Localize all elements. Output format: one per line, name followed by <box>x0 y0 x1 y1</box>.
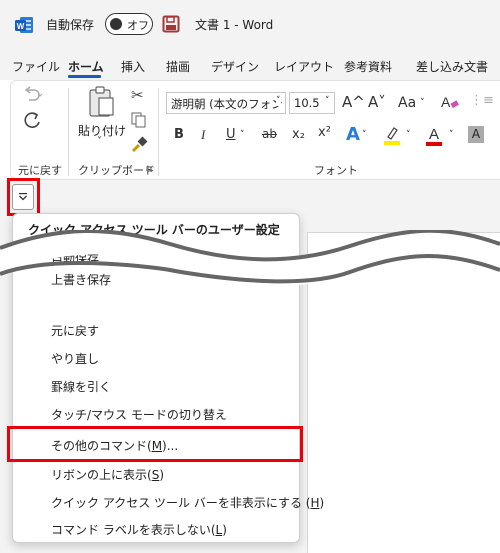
font-name-box[interactable]: 游明朝 (本文のフォン <box>166 92 286 114</box>
tab-file[interactable]: ファイル <box>12 58 60 75</box>
menu-item-hide-qat[interactable]: クイック アクセス ツール バーを非表示にする (H) <box>51 494 324 511</box>
clipboard-launcher-icon[interactable]: ⧉ <box>146 165 152 175</box>
paste-dropdown-icon[interactable]: ˅ <box>97 136 102 147</box>
wavy-cut-divider <box>0 230 500 288</box>
highlight-dropdown-icon[interactable]: ˅ <box>406 130 411 140</box>
menu-item-draw-table[interactable]: 罫線を引く <box>51 378 111 395</box>
text-effects-button[interactable]: A <box>346 124 360 145</box>
menu-item-undo[interactable]: 元に戻す <box>51 322 99 339</box>
clipboard-group-label: クリップボード <box>78 164 155 177</box>
word-app-icon: W <box>15 17 33 33</box>
svg-text:W: W <box>17 22 25 31</box>
ribbon-separator <box>158 88 159 176</box>
copy-icon[interactable] <box>131 112 147 128</box>
toggle-knob <box>110 17 122 30</box>
paste-icon[interactable] <box>87 86 117 118</box>
font-size: 10.5 <box>294 96 320 110</box>
tab-references[interactable]: 参考資料 <box>344 58 392 75</box>
menu-item-show-above-ribbon[interactable]: リボンの上に表示(S) <box>51 466 164 483</box>
tab-mailings[interactable]: 差し込み文書 <box>416 58 488 75</box>
tab-insert[interactable]: 挿入 <box>121 58 145 75</box>
autosave-state: オフ <box>127 19 149 32</box>
font-color-dropdown-icon[interactable]: ˅ <box>449 130 454 140</box>
ribbon-separator <box>68 88 69 176</box>
tab-layout[interactable]: レイアウト <box>274 58 334 75</box>
change-case-dropdown-icon[interactable]: ˅ <box>420 98 425 108</box>
autosave-label: 自動保存 <box>46 18 95 32</box>
undo-icon[interactable] <box>22 86 44 102</box>
font-group-label: フォント <box>314 164 358 177</box>
bold-button[interactable]: B <box>174 127 184 142</box>
undo-group-label: 元に戻す <box>18 164 62 177</box>
redo-icon[interactable] <box>22 110 44 132</box>
font-name: 游明朝 (本文のフォン <box>171 97 283 111</box>
font-name-dropdown-icon[interactable]: ˅ <box>276 96 281 106</box>
superscript-button[interactable]: x² <box>318 125 331 140</box>
more-commands-highlight-box <box>7 426 303 462</box>
menu-item-redo[interactable]: やり直し <box>51 350 99 367</box>
tab-design[interactable]: デザイン <box>211 58 259 75</box>
grow-font-button[interactable]: A^ <box>342 93 365 111</box>
text-direction-icon[interactable]: ⋮≡ <box>470 94 494 107</box>
strikethrough-button[interactable]: ab <box>262 127 277 141</box>
font-size-dropdown-icon[interactable]: ˅ <box>325 96 330 106</box>
italic-button[interactable]: I <box>201 127 205 143</box>
document-title: 文書 1 - Word <box>195 18 274 32</box>
text-effects-dropdown-icon[interactable]: ˅ <box>362 130 367 140</box>
cut-icon[interactable]: ✂ <box>131 88 144 103</box>
change-case-button[interactable]: Aa <box>398 95 416 111</box>
underline-dropdown-icon[interactable]: ˅ <box>240 130 245 140</box>
subscript-button[interactable]: x₂ <box>292 127 305 142</box>
autosave-toggle[interactable]: オフ <box>105 13 153 35</box>
svg-text:A: A <box>441 94 451 110</box>
menu-item-hide-command-labels[interactable]: コマンド ラベルを表示しない(L) <box>51 521 227 538</box>
qat-button-highlight-box <box>7 178 40 216</box>
menu-item-touch-mouse-mode[interactable]: タッチ/マウス モードの切り替え <box>51 406 227 423</box>
font-color-icon[interactable]: A <box>424 123 444 147</box>
format-painter-icon[interactable] <box>130 136 148 154</box>
tab-draw[interactable]: 描画 <box>166 58 190 75</box>
font-color-glyph: A <box>429 126 439 143</box>
underline-button[interactable]: U <box>226 127 236 142</box>
clear-formatting-icon[interactable]: A <box>440 92 460 112</box>
highlight-icon[interactable] <box>382 124 402 146</box>
tab-home[interactable]: ホーム <box>68 58 104 75</box>
active-tab-indicator <box>68 75 101 78</box>
paste-label[interactable]: 貼り付け <box>78 122 126 139</box>
character-shading-button[interactable]: A <box>468 126 484 143</box>
shrink-font-button[interactable]: A˅ <box>368 93 386 111</box>
save-icon[interactable] <box>162 15 180 33</box>
